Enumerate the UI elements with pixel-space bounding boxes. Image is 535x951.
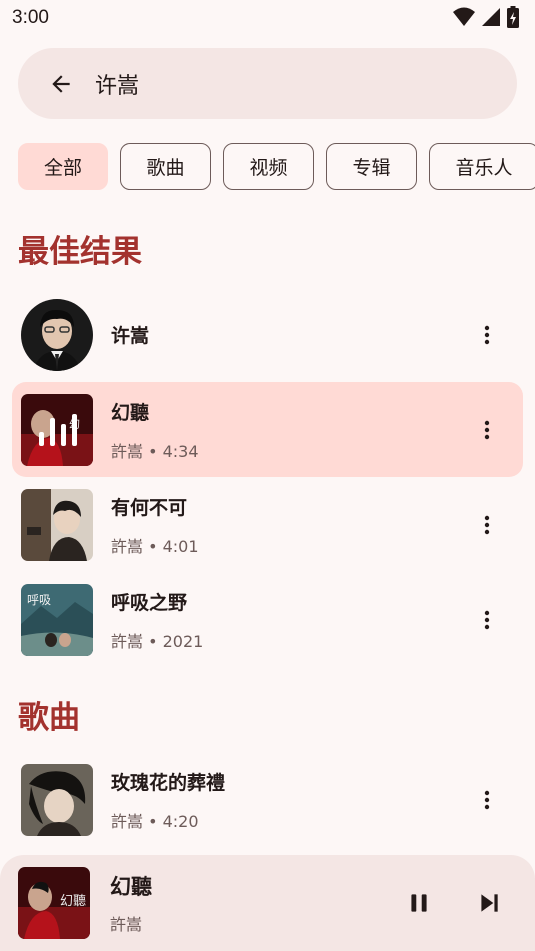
skip-next-icon xyxy=(481,894,498,912)
more-vert-icon xyxy=(484,515,490,534)
song-subtitle: 許嵩 • 4:34 xyxy=(111,441,199,461)
player-album-art: 幻聽 xyxy=(18,867,90,939)
more-options-button[interactable] xyxy=(467,780,507,820)
more-vert-icon xyxy=(484,790,490,809)
chip-videos[interactable]: 视频 xyxy=(223,143,314,190)
artist-avatar xyxy=(21,298,93,371)
song-texts: 幻聽 許嵩 • 4:34 xyxy=(111,398,467,462)
more-options-button[interactable] xyxy=(467,410,507,450)
player-texts: 幻聽 許嵩 xyxy=(110,871,397,935)
album-texts: 呼吸之野 許嵩 • 2021 xyxy=(111,588,467,652)
more-options-button[interactable] xyxy=(467,315,507,355)
back-button[interactable] xyxy=(39,62,83,106)
album-art xyxy=(21,488,93,561)
pause-icon xyxy=(411,894,427,912)
song-subtitle: 許嵩 • 4:20 xyxy=(111,811,199,831)
section-title-songs: 歌曲 xyxy=(18,700,80,736)
chip-albums[interactable]: 专辑 xyxy=(326,143,417,190)
pause-button[interactable] xyxy=(397,881,441,925)
player-title: 幻聽 xyxy=(110,875,152,899)
player-artist: 許嵩 xyxy=(110,915,143,934)
section-title-best: 最佳结果 xyxy=(18,234,142,270)
more-options-button[interactable] xyxy=(467,505,507,545)
arrow-left-icon xyxy=(52,74,70,93)
song-title: 幻聽 xyxy=(111,401,150,424)
svg-text:呼吸: 呼吸 xyxy=(27,593,51,607)
album-art: 幻 xyxy=(21,393,93,466)
artist-row[interactable]: 许嵩 xyxy=(12,287,523,382)
song-row-playing[interactable]: 幻 幻聽 許嵩 • 4:34 xyxy=(12,382,523,477)
song-row[interactable]: 玫瑰花的葬禮 許嵩 • 4:20 xyxy=(12,752,523,847)
more-vert-icon xyxy=(484,325,490,344)
song-texts: 玫瑰花的葬禮 許嵩 • 4:20 xyxy=(111,768,467,832)
chip-artists[interactable]: 音乐人 xyxy=(429,143,535,190)
skip-next-button[interactable] xyxy=(467,881,511,925)
artist-name: 许嵩 xyxy=(111,325,150,347)
wifi-icon xyxy=(453,7,475,26)
search-input[interactable]: 许嵩 xyxy=(95,68,139,100)
album-title: 呼吸之野 xyxy=(111,591,188,614)
artist-texts: 许嵩 xyxy=(111,321,467,348)
chip-all[interactable]: 全部 xyxy=(18,143,108,190)
album-art: 呼吸 xyxy=(21,583,93,656)
song-title: 玫瑰花的葬禮 xyxy=(111,771,226,794)
more-vert-icon xyxy=(484,420,490,439)
song-row[interactable]: 有何不可 許嵩 • 4:01 xyxy=(12,477,523,572)
album-row[interactable]: 呼吸 呼吸之野 許嵩 • 2021 xyxy=(12,572,523,667)
album-subtitle: 許嵩 • 2021 xyxy=(111,631,204,651)
status-time: 3:00 xyxy=(12,7,49,28)
more-vert-icon xyxy=(484,610,490,629)
chip-songs[interactable]: 歌曲 xyxy=(120,143,211,190)
status-bar: 3:00 xyxy=(0,0,535,38)
battery-icon xyxy=(507,6,519,28)
song-title: 有何不可 xyxy=(111,496,188,519)
search-bar[interactable]: 许嵩 xyxy=(18,48,517,119)
song-subtitle: 許嵩 • 4:01 xyxy=(111,536,199,556)
filter-chips: 全部 歌曲 视频 专辑 音乐人 xyxy=(18,143,535,190)
mini-player[interactable]: 幻聽 幻聽 許嵩 xyxy=(0,855,535,951)
signal-icon xyxy=(482,8,500,26)
album-art xyxy=(21,763,93,836)
song-texts: 有何不可 許嵩 • 4:01 xyxy=(111,493,467,557)
more-options-button[interactable] xyxy=(467,600,507,640)
status-icons xyxy=(453,6,519,28)
svg-text:幻聽: 幻聽 xyxy=(60,894,86,909)
